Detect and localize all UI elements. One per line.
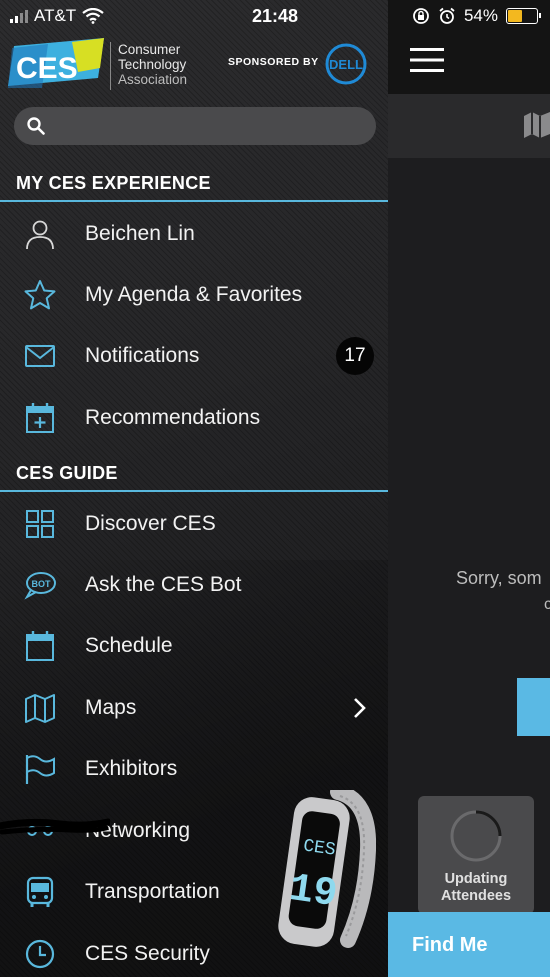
- menu-item-recommendations[interactable]: Recommendations: [0, 388, 388, 448]
- cta-line-3: Association: [118, 72, 188, 87]
- updating-attendees-card: Updating Attendees: [418, 796, 534, 914]
- redaction-scribble: [0, 818, 110, 835]
- updating-label: Updating: [444, 871, 508, 887]
- map-icon: [25, 694, 55, 723]
- bot-icon: BOT: [24, 572, 56, 600]
- section-my-ces-experience: MY CES EXPERIENCE: [0, 164, 388, 202]
- chevron-right-icon: [354, 698, 366, 718]
- carrier-label: AT&T: [34, 6, 77, 25]
- section-title: MY CES EXPERIENCE: [16, 173, 211, 193]
- bus-icon: [26, 876, 54, 907]
- svg-text:CES: CES: [16, 52, 78, 85]
- sponsored-by-label: SPONSORED BY: [228, 56, 319, 68]
- section-ces-guide: CES GUIDE: [0, 454, 388, 492]
- user-icon: [26, 220, 54, 250]
- notification-count-badge: 17: [336, 337, 374, 375]
- svg-text:BOT: BOT: [32, 579, 52, 589]
- menu-item-label: Maps: [85, 696, 137, 719]
- menu-item-maps[interactable]: Maps: [0, 678, 388, 738]
- grid-icon: [26, 510, 54, 538]
- battery-icon: [506, 8, 541, 24]
- menu-item-label: Ask the CES Bot: [85, 573, 242, 596]
- flag-icon: [25, 755, 55, 784]
- menu-item-notifications[interactable]: Notifications 17: [0, 326, 388, 386]
- menu-item-label: Notifications: [85, 344, 200, 367]
- action-button[interactable]: [517, 678, 550, 736]
- find-me-button[interactable]: Find Me: [388, 912, 550, 977]
- star-icon: [24, 280, 56, 310]
- hamburger-menu-icon[interactable]: [410, 46, 444, 74]
- search-input[interactable]: [14, 107, 376, 145]
- clock-icon: [25, 939, 55, 969]
- menu-item-label: Discover CES: [85, 512, 216, 535]
- map-icon[interactable]: [522, 110, 550, 140]
- menu-item-label: Beichen Lin: [85, 222, 195, 245]
- search-icon: [27, 117, 45, 135]
- envelope-icon: [25, 345, 55, 367]
- menu-item-label: CES Security: [85, 942, 210, 965]
- cta-wordmark: Consumer Technology Association: [118, 42, 187, 87]
- empty-state-message-line2: c: [544, 596, 550, 610]
- menu-item-label: Exhibitors: [85, 757, 178, 780]
- menu-item-schedule[interactable]: Schedule: [0, 616, 388, 676]
- calendar-icon: [26, 631, 54, 661]
- ces-logo: CES: [8, 38, 104, 88]
- menu-item-ces-bot[interactable]: BOT Ask the CES Bot: [0, 555, 388, 615]
- menu-item-label: Transportation: [85, 880, 220, 903]
- logo-divider: [110, 42, 111, 90]
- empty-state-message: Sorry, som: [456, 568, 542, 588]
- svg-text:DELL: DELL: [329, 57, 363, 72]
- rotation-lock-icon: [413, 8, 429, 24]
- menu-item-profile[interactable]: Beichen Lin: [0, 204, 388, 264]
- status-bar: AT&T 21:48 54%: [0, 0, 550, 32]
- cta-line-2: Technology: [118, 57, 187, 72]
- alarm-icon: [439, 7, 455, 24]
- dell-logo: DELL: [325, 43, 367, 85]
- menu-item-label: Schedule: [85, 634, 173, 657]
- find-me-label: Find Me: [412, 934, 488, 956]
- signal-icon: [10, 9, 28, 23]
- menu-item-label: My Agenda & Favorites: [85, 283, 303, 306]
- ces-wristband-image: CES 19: [278, 790, 376, 948]
- attendees-label: Attendees: [440, 888, 512, 904]
- svg-text:19: 19: [286, 867, 340, 918]
- loading-spinner-icon: [450, 810, 502, 862]
- wifi-icon: [82, 8, 104, 24]
- cta-line-1: Consumer: [118, 42, 181, 57]
- menu-item-label: Recommendations: [85, 406, 261, 429]
- calendar-plus-icon: [26, 403, 54, 433]
- menu-item-agenda-favorites[interactable]: My Agenda & Favorites: [0, 265, 388, 325]
- section-title: CES GUIDE: [16, 463, 118, 483]
- battery-percent: 54%: [463, 6, 498, 25]
- navigation-drawer: CES Consumer Technology Association SPON…: [0, 0, 388, 977]
- menu-item-discover-ces[interactable]: Discover CES: [0, 494, 388, 554]
